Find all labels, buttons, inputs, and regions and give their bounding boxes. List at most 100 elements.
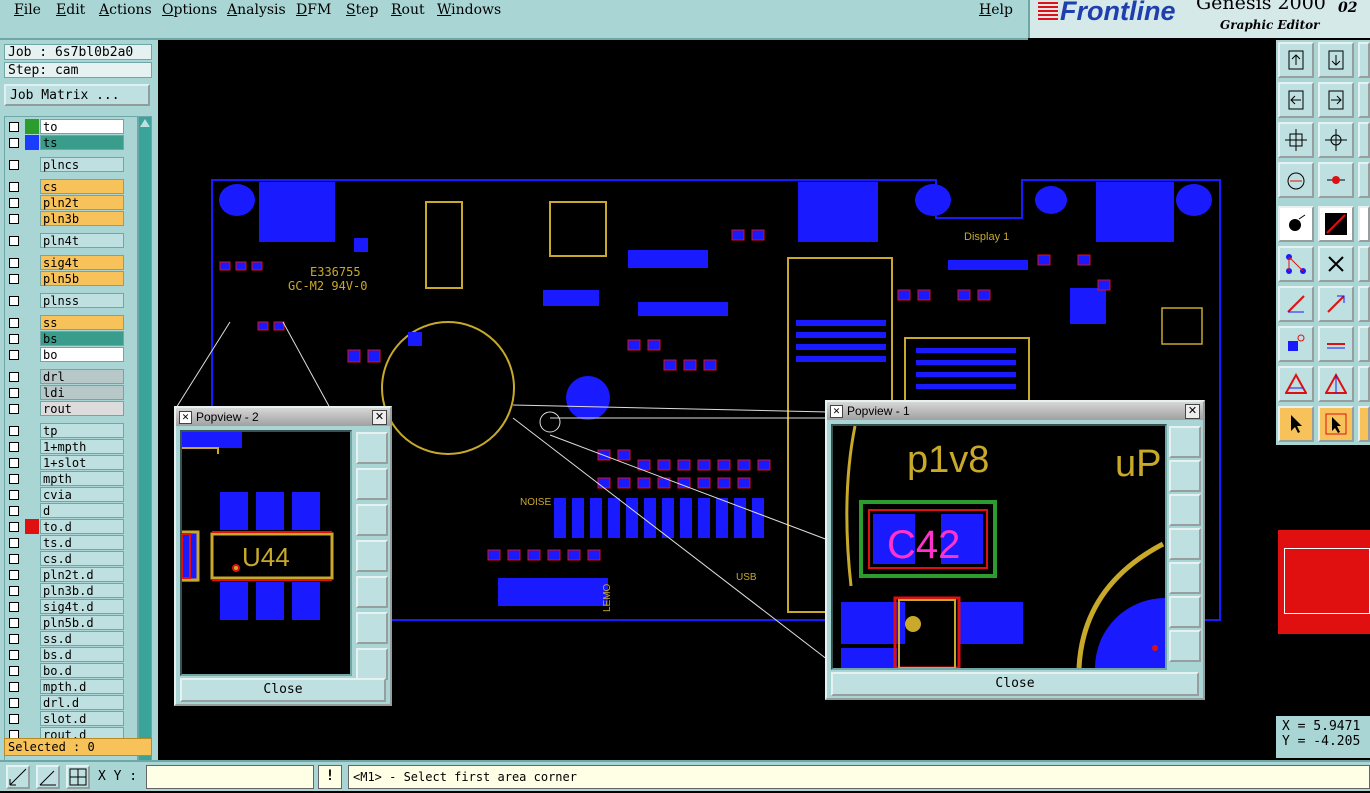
- layer-row[interactable]: to.d: [5, 519, 137, 534]
- scroll-up-icon[interactable]: [140, 119, 150, 127]
- popview-1-view[interactable]: p1v8 uP C42: [831, 424, 1167, 670]
- layer-checkbox[interactable]: [9, 318, 19, 328]
- layer-row[interactable]: d: [5, 503, 137, 518]
- layer-row[interactable]: bo: [5, 347, 137, 362]
- layer-row[interactable]: bo.d: [5, 663, 137, 678]
- layer-name[interactable]: drl: [40, 369, 124, 384]
- layer-checkbox[interactable]: [9, 650, 19, 660]
- layer-row[interactable]: drl.d: [5, 695, 137, 710]
- layer-row[interactable]: plncs: [5, 157, 137, 172]
- pan-up-icon[interactable]: [356, 468, 388, 500]
- layer-checkbox[interactable]: [9, 182, 19, 192]
- layer-name[interactable]: bo.d: [40, 663, 124, 678]
- layer-row[interactable]: cs: [5, 179, 137, 194]
- window-menu-icon[interactable]: ✕: [830, 405, 843, 418]
- layer-name[interactable]: plncs: [40, 157, 124, 172]
- layer-checkbox[interactable]: [9, 138, 19, 148]
- pan-left-icon[interactable]: [1278, 82, 1314, 118]
- layer-row[interactable]: sig4t: [5, 255, 137, 270]
- close-icon[interactable]: ✕: [1185, 404, 1200, 419]
- layer-name[interactable]: 1+mpth: [40, 439, 124, 454]
- layer-row[interactable]: pln2t: [5, 195, 137, 210]
- layer-checkbox[interactable]: [9, 490, 19, 500]
- pan-left-icon[interactable]: [1169, 528, 1201, 560]
- grid-icon[interactable]: [66, 765, 90, 789]
- layer-name[interactable]: sig4t.d: [40, 599, 124, 614]
- zoom-center-icon[interactable]: [1318, 122, 1354, 158]
- layer-name[interactable]: d: [40, 503, 124, 518]
- layer-list-scrollbar[interactable]: [138, 116, 152, 774]
- layer-name[interactable]: pln4t: [40, 233, 124, 248]
- zoom-fit-icon[interactable]: [1278, 122, 1314, 158]
- add-surface-icon[interactable]: [1318, 366, 1354, 402]
- layer-name[interactable]: pln5b.d: [40, 615, 124, 630]
- extra-tool-icon[interactable]: [1358, 122, 1370, 158]
- layer-color-swatch[interactable]: [25, 135, 39, 150]
- popview-1-close-button[interactable]: Close: [831, 672, 1199, 696]
- layer-row[interactable]: pln3b.d: [5, 583, 137, 598]
- layer-row[interactable]: ss: [5, 315, 137, 330]
- alert-icon[interactable]: !: [318, 765, 342, 789]
- close-icon[interactable]: ✕: [372, 410, 387, 425]
- layer-checkbox[interactable]: [9, 554, 19, 564]
- extra-tool-icon[interactable]: [1358, 82, 1370, 118]
- menu-edit[interactable]: Edit: [56, 2, 85, 18]
- layer-checkbox[interactable]: [9, 214, 19, 224]
- measure-icon[interactable]: [1278, 162, 1314, 198]
- layer-checkbox[interactable]: [9, 458, 19, 468]
- layer-row[interactable]: pln5b.d: [5, 615, 137, 630]
- layer-name[interactable]: cvia: [40, 487, 124, 502]
- layer-checkbox[interactable]: [9, 372, 19, 382]
- layer-row[interactable]: tp: [5, 423, 137, 438]
- pan-down-icon[interactable]: [356, 504, 388, 536]
- layer-name[interactable]: ts.d: [40, 535, 124, 550]
- layer-row[interactable]: pln2t.d: [5, 567, 137, 582]
- layer-checkbox[interactable]: [9, 198, 19, 208]
- add-net-icon[interactable]: [1278, 246, 1314, 282]
- menu-help[interactable]: Help: [979, 2, 1013, 18]
- layer-name[interactable]: bs: [40, 331, 124, 346]
- layer-checkbox[interactable]: [9, 682, 19, 692]
- xy-input[interactable]: [146, 765, 314, 789]
- extra-tool-icon[interactable]: [1358, 366, 1370, 402]
- layer-name[interactable]: pln3b: [40, 211, 124, 226]
- pan-right-icon[interactable]: [1169, 562, 1201, 594]
- menu-step[interactable]: Step: [346, 2, 378, 18]
- draw-arc-icon[interactable]: [1318, 286, 1354, 322]
- layer-row[interactable]: ldi: [5, 385, 137, 400]
- zoom-home-icon[interactable]: [1169, 426, 1201, 458]
- menu-windows[interactable]: Windows: [437, 2, 501, 18]
- layer-checkbox[interactable]: [9, 714, 19, 724]
- extra-tool-icon[interactable]: [1358, 406, 1370, 442]
- layer-name[interactable]: bo: [40, 347, 124, 362]
- pan-right-icon[interactable]: [356, 576, 388, 608]
- overview-preview[interactable]: [1278, 452, 1370, 714]
- layer-name[interactable]: to.d: [40, 519, 124, 534]
- zoom-out-icon[interactable]: [356, 648, 388, 680]
- layer-checkbox[interactable]: [9, 404, 19, 414]
- layer-name[interactable]: plnss: [40, 293, 124, 308]
- layer-checkbox[interactable]: [9, 160, 19, 170]
- layer-row[interactable]: mpth: [5, 471, 137, 486]
- layer-row[interactable]: ts.d: [5, 535, 137, 550]
- layer-name[interactable]: ss: [40, 315, 124, 330]
- zoom-page-up-icon[interactable]: [1278, 42, 1314, 78]
- layer-name[interactable]: bs.d: [40, 647, 124, 662]
- zoom-in-icon[interactable]: [356, 612, 388, 644]
- layer-row[interactable]: bs.d: [5, 647, 137, 662]
- extra-tool-icon[interactable]: [1358, 286, 1370, 322]
- layer-checkbox[interactable]: [9, 442, 19, 452]
- menu-actions[interactable]: Actions: [99, 2, 152, 18]
- popview-2-view[interactable]: U44: [180, 430, 352, 676]
- popview-1-titlebar[interactable]: ✕ Popview - 1 ✕: [827, 402, 1203, 420]
- layer-checkbox[interactable]: [9, 698, 19, 708]
- layer-name[interactable]: ts: [40, 135, 124, 150]
- layer-name[interactable]: drl.d: [40, 695, 124, 710]
- add-line-icon[interactable]: [1318, 206, 1354, 242]
- snap-icon[interactable]: [1318, 162, 1354, 198]
- menu-rout[interactable]: Rout: [391, 2, 425, 18]
- pan-left-icon[interactable]: [356, 540, 388, 572]
- layer-checkbox[interactable]: [9, 274, 19, 284]
- zoom-out-icon[interactable]: [1169, 630, 1201, 662]
- add-via-icon[interactable]: [1278, 326, 1314, 362]
